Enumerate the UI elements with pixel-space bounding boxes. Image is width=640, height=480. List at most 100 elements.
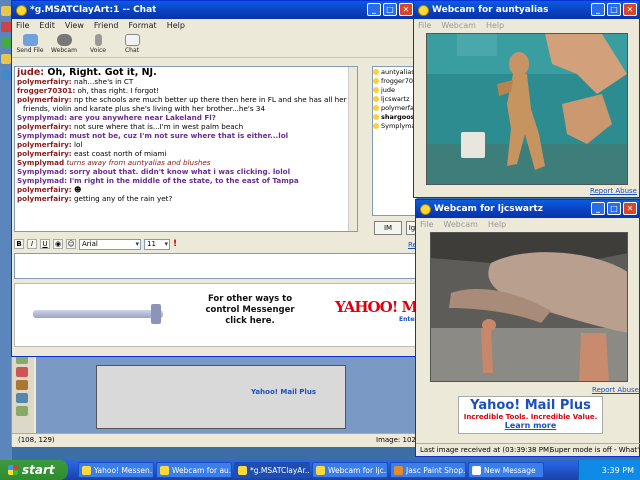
task-webcam-ljcswartz[interactable]: Webcam for ljc... — [312, 462, 388, 478]
menu-webcam[interactable]: Webcam — [443, 220, 478, 229]
size-select[interactable]: 11 — [144, 238, 170, 250]
message-speaker[interactable]: polymerfairy: — [17, 122, 72, 131]
im-button[interactable]: IM — [374, 221, 402, 235]
user-item[interactable]: auntyalias — [373, 67, 416, 76]
task-webcam-auntyalias[interactable]: Webcam for au... — [156, 462, 232, 478]
user-list[interactable]: auntyalias frogger7030 jude ljcswartz po… — [372, 66, 417, 216]
close-button[interactable]: ✕ — [623, 3, 637, 16]
cam1-titlebar[interactable]: Webcam for auntyalias _ □ ✕ — [414, 1, 639, 19]
user-name: polymerfairy — [381, 103, 416, 112]
message-speaker[interactable]: Symplymad: — [17, 176, 67, 185]
menu-file[interactable]: File — [420, 220, 433, 229]
tool-icon[interactable] — [16, 367, 28, 377]
user-item[interactable]: jude — [373, 85, 416, 94]
menu-friend[interactable]: Friend — [94, 21, 119, 30]
mail-ad-learn-more[interactable]: Learn more — [459, 421, 602, 430]
message-speaker[interactable]: Symplymad: — [17, 113, 67, 122]
webcam-button[interactable]: Webcam — [50, 34, 78, 55]
task-label: New Message — [484, 465, 536, 475]
webcam-window-ljcswartz[interactable]: Webcam for ljcswartz _ □ ✕ File Webcam H… — [415, 199, 640, 457]
user-icon — [373, 113, 379, 120]
user-item[interactable]: polymerfairy — [373, 103, 416, 112]
menu-edit[interactable]: Edit — [39, 21, 55, 30]
menu-file[interactable]: File — [16, 21, 29, 30]
menu-help[interactable]: Help — [167, 21, 185, 30]
menu-format[interactable]: Format — [128, 21, 156, 30]
message-speaker[interactable]: polymerfairy: — [17, 95, 72, 104]
message-speaker[interactable]: polymerfairy: — [17, 77, 72, 86]
send-file-button[interactable]: Send File — [16, 34, 44, 55]
minimize-button[interactable]: _ — [591, 202, 605, 215]
alert-icon[interactable]: ! — [173, 239, 177, 249]
chat-menubar: File Edit View Friend Format Help — [12, 19, 415, 32]
chat-log[interactable]: jude: Oh, Right. Got it, NJ. polymerfairy… — [14, 66, 358, 232]
tool-icon[interactable] — [16, 406, 28, 416]
desktop-icon[interactable] — [1, 22, 11, 32]
psp-image-thumbnail[interactable]: Yahoo! Mail Plus — [96, 365, 346, 429]
user-item[interactable]: ljcswartz — [373, 94, 416, 103]
start-button[interactable]: start — [0, 460, 68, 480]
close-button[interactable]: ✕ — [623, 202, 637, 215]
clock[interactable]: 3:39 PM — [602, 466, 634, 475]
underline-button[interactable]: U — [40, 239, 50, 249]
smiley-icon[interactable]: ☺ — [66, 239, 76, 249]
desktop-icon[interactable] — [1, 38, 11, 48]
chat-button[interactable]: Chat — [118, 34, 146, 55]
font-select[interactable]: Arial — [79, 238, 141, 250]
task-yahoo-messenger[interactable]: Yahoo! Messen... — [78, 462, 154, 478]
message-speaker[interactable]: Symplymad — [17, 158, 64, 167]
menu-help[interactable]: Help — [486, 21, 504, 30]
menu-help[interactable]: Help — [488, 220, 506, 229]
chat-titlebar[interactable]: *g.MSATClayArt:1 -- Chat _ □ ✕ — [12, 1, 415, 19]
menu-file[interactable]: File — [418, 21, 431, 30]
desktop-icon[interactable] — [1, 70, 11, 80]
psp-canvas[interactable]: Yahoo! Mail Plus — [36, 351, 416, 433]
message-input[interactable] — [14, 253, 419, 279]
bold-button[interactable]: B — [14, 239, 24, 249]
message-speaker[interactable]: polymerfairy: — [17, 140, 72, 149]
tool-icon[interactable] — [16, 393, 28, 403]
paint-shop-window[interactable]: Yahoo! Mail Plus (108, 129) Image: 1024 — [11, 350, 422, 447]
yahoo-mail-ad[interactable]: Yahoo! Mail Plus Incredible Tools. Incre… — [458, 396, 603, 434]
maximize-button[interactable]: □ — [607, 202, 621, 215]
task-new-message[interactable]: New Message — [468, 462, 544, 478]
user-item[interactable]: Symplymad — [373, 121, 416, 130]
task-label: Webcam for au... — [172, 465, 232, 475]
menu-webcam[interactable]: Webcam — [441, 21, 476, 30]
desktop-icon[interactable] — [1, 54, 11, 64]
minimize-button[interactable]: _ — [591, 3, 605, 16]
task-chat[interactable]: *g.MSATClayAr... — [234, 462, 310, 478]
color-icon[interactable]: ◉ — [53, 239, 63, 249]
user-name: shargoos — [381, 112, 415, 121]
user-item[interactable]: shargoos — [373, 112, 416, 121]
maximize-button[interactable]: □ — [383, 3, 397, 16]
chat-scrollbar[interactable] — [348, 67, 357, 231]
ad-banner[interactable]: For other ways to control Messenger clic… — [14, 283, 427, 347]
cam2-titlebar[interactable]: Webcam for ljcswartz _ □ ✕ — [416, 200, 639, 218]
message-speaker[interactable]: polymerfairy: — [17, 149, 72, 158]
italic-button[interactable]: I — [27, 239, 37, 249]
super-mode-status[interactable]: Super mode is off - What's this — [550, 444, 640, 457]
voice-button[interactable]: Voice — [84, 34, 112, 55]
chat-window[interactable]: *g.MSATClayArt:1 -- Chat _ □ ✕ File Edit… — [11, 0, 427, 357]
message-speaker[interactable]: Symplymad: — [17, 131, 67, 140]
desktop-icon[interactable] — [1, 6, 11, 16]
chat-message: polymerfairy: not sure where that is...I… — [17, 122, 355, 131]
message-speaker[interactable]: frogger70301: — [17, 86, 75, 95]
tool-icon[interactable] — [16, 380, 28, 390]
message-speaker[interactable]: jude: — [17, 68, 44, 77]
ad-text[interactable]: For other ways to control Messenger clic… — [195, 294, 305, 327]
user-item[interactable]: frogger7030 — [373, 76, 416, 85]
cam2-report-abuse-link[interactable]: Report Abuse — [592, 386, 639, 394]
message-speaker[interactable]: Symplymad: — [17, 167, 67, 176]
minimize-button[interactable]: _ — [367, 3, 381, 16]
task-paint-shop[interactable]: Jasc Paint Shop... — [390, 462, 466, 478]
message-speaker[interactable]: polymerfairy: — [17, 194, 72, 203]
cam2-statusbar: Last image received at (03:39:38 PM) Sup… — [416, 443, 640, 457]
cam1-report-abuse-link[interactable]: Report Abuse — [590, 187, 637, 195]
message-speaker[interactable]: polymerfairy: — [17, 185, 72, 194]
close-button[interactable]: ✕ — [399, 3, 413, 16]
webcam-window-auntyalias[interactable]: Webcam for auntyalias _ □ ✕ File Webcam … — [413, 0, 640, 198]
maximize-button[interactable]: □ — [607, 3, 621, 16]
menu-view[interactable]: View — [65, 21, 84, 30]
